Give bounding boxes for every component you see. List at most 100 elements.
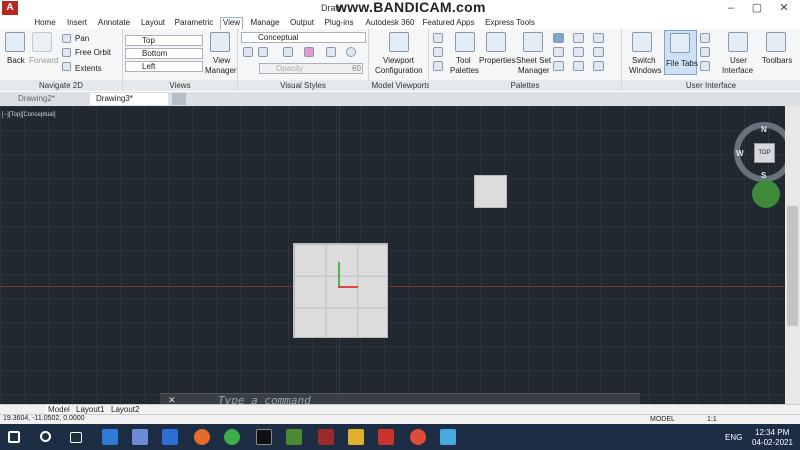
minimize-button[interactable]: –: [717, 0, 745, 17]
tool-palettes-label-2[interactable]: Palettes: [450, 66, 479, 75]
wireframe-icon[interactable]: [243, 47, 253, 57]
tab-plugins[interactable]: Plug-ins: [323, 17, 355, 29]
tab-parametric[interactable]: Parametric: [173, 17, 215, 29]
navigation-wheel-icon[interactable]: [752, 180, 780, 208]
viewcube-top-face[interactable]: TOP: [754, 143, 775, 163]
tab-home[interactable]: Home: [33, 17, 57, 29]
small-rectangle[interactable]: [474, 175, 507, 208]
tab-annotate[interactable]: Annotate: [96, 17, 132, 29]
viewport-label-1[interactable]: Viewport: [383, 56, 414, 65]
xray-icon[interactable]: [258, 47, 268, 57]
chrome-icon[interactable]: [410, 429, 426, 445]
palette-small-icon[interactable]: [573, 33, 584, 43]
lighting-icon[interactable]: [326, 47, 336, 57]
user-interface-icon[interactable]: [728, 32, 748, 52]
autocad-icon[interactable]: [378, 429, 394, 445]
view-manager-label-1[interactable]: View: [213, 56, 230, 65]
viewport-label-2[interactable]: Configuration: [375, 66, 423, 75]
switch-windows-label-1[interactable]: Switch: [632, 56, 656, 65]
autocad-logo-icon[interactable]: A: [2, 1, 18, 15]
palette-small-icon[interactable]: [553, 47, 564, 57]
tab-layout[interactable]: Layout: [139, 17, 167, 29]
user-interface-label-1[interactable]: User: [730, 56, 747, 65]
extents-icon[interactable]: [62, 62, 71, 71]
app-icon[interactable]: [440, 429, 456, 445]
status-bar-icon[interactable]: [700, 47, 710, 57]
search-icon[interactable]: [40, 431, 51, 442]
palette-small-icon[interactable]: [593, 61, 604, 71]
sphere-icon[interactable]: [346, 47, 356, 57]
forward-label[interactable]: Forward: [29, 56, 58, 65]
viewport-configuration-icon[interactable]: [389, 32, 409, 52]
maximize-button[interactable]: ▢: [743, 0, 771, 17]
tab-insert[interactable]: Insert: [64, 17, 90, 29]
file-tabs-button[interactable]: File Tabs: [664, 30, 698, 75]
view-bottom-item[interactable]: Bottom: [125, 48, 203, 59]
palette-small-icon[interactable]: [433, 33, 443, 43]
shadows-icon[interactable]: [283, 47, 293, 57]
close-button[interactable]: ✕: [770, 0, 798, 17]
clock-time[interactable]: 12:34 PM: [755, 428, 789, 437]
switch-windows-label-2[interactable]: Windows: [629, 66, 661, 75]
palette-small-icon[interactable]: [553, 33, 564, 43]
tab-manage[interactable]: Manage: [248, 17, 282, 29]
viewport-controls[interactable]: [−][Top][Conceptual]: [2, 112, 56, 118]
file-explorer-icon[interactable]: [348, 429, 364, 445]
pan-icon[interactable]: [62, 34, 71, 43]
doc-tab-drawing2[interactable]: Drawing2*: [12, 93, 88, 105]
materials-icon[interactable]: [304, 47, 314, 57]
visual-style-select[interactable]: Conceptual: [241, 32, 366, 43]
sheet-set-label-2[interactable]: Manager: [518, 66, 550, 75]
vertical-scrollbar[interactable]: [785, 106, 800, 404]
windows-start-icon[interactable]: [8, 431, 20, 443]
teams-icon[interactable]: [132, 429, 148, 445]
forward-icon[interactable]: [32, 32, 52, 52]
compass-south[interactable]: S: [761, 171, 766, 180]
sheet-set-manager-icon[interactable]: [523, 32, 543, 52]
palette-small-icon[interactable]: [433, 61, 443, 71]
sheet-set-label-1[interactable]: Sheet Set: [516, 56, 551, 65]
scrollbar-thumb[interactable]: [787, 206, 798, 326]
view-top-item[interactable]: Top: [125, 35, 203, 46]
app-icon[interactable]: [286, 429, 302, 445]
palette-small-icon[interactable]: [553, 61, 564, 71]
tool-palettes-icon[interactable]: [455, 32, 475, 52]
firefox-icon[interactable]: [194, 429, 210, 445]
back-label[interactable]: Back: [7, 56, 25, 65]
pan-label[interactable]: Pan: [75, 34, 89, 43]
layout-tabs-icon[interactable]: [700, 33, 710, 43]
tab-output[interactable]: Output: [287, 17, 317, 29]
tab-express-tools[interactable]: Express Tools: [482, 17, 538, 29]
app-icon[interactable]: [318, 429, 334, 445]
command-line-icon[interactable]: [700, 61, 710, 71]
language-indicator[interactable]: ENG: [725, 433, 742, 442]
view-manager-label-2[interactable]: Manager: [205, 66, 237, 75]
palette-small-icon[interactable]: [573, 47, 584, 57]
large-rectangle[interactable]: [293, 243, 388, 338]
doc-tab-drawing3[interactable]: Drawing3*: [90, 93, 168, 105]
view-left-item[interactable]: Left: [125, 61, 203, 72]
free-orbit-label[interactable]: Free Orbit: [75, 48, 111, 57]
compass-west[interactable]: W: [736, 149, 744, 158]
terminal-icon[interactable]: [256, 429, 272, 445]
chrome-icon[interactable]: [224, 429, 240, 445]
compass-north[interactable]: N: [761, 125, 767, 134]
view-manager-icon[interactable]: [210, 32, 230, 52]
palette-small-icon[interactable]: [573, 61, 584, 71]
palette-small-icon[interactable]: [593, 33, 604, 43]
toolbars-icon[interactable]: [766, 32, 786, 52]
new-tab-button[interactable]: [172, 93, 186, 105]
tab-view[interactable]: View: [220, 17, 243, 29]
task-view-icon[interactable]: [70, 432, 82, 443]
word-icon[interactable]: [102, 429, 118, 445]
switch-windows-icon[interactable]: [632, 32, 652, 52]
user-interface-label-2[interactable]: Interface: [722, 66, 753, 75]
palette-small-icon[interactable]: [593, 47, 604, 57]
palette-small-icon[interactable]: [433, 47, 443, 57]
extents-label[interactable]: Extents: [75, 64, 102, 73]
back-icon[interactable]: [5, 32, 25, 52]
orbit-icon[interactable]: [62, 48, 71, 57]
properties-icon[interactable]: [486, 32, 506, 52]
edge-icon[interactable]: [162, 429, 178, 445]
toolbars-label[interactable]: Toolbars: [762, 56, 792, 65]
